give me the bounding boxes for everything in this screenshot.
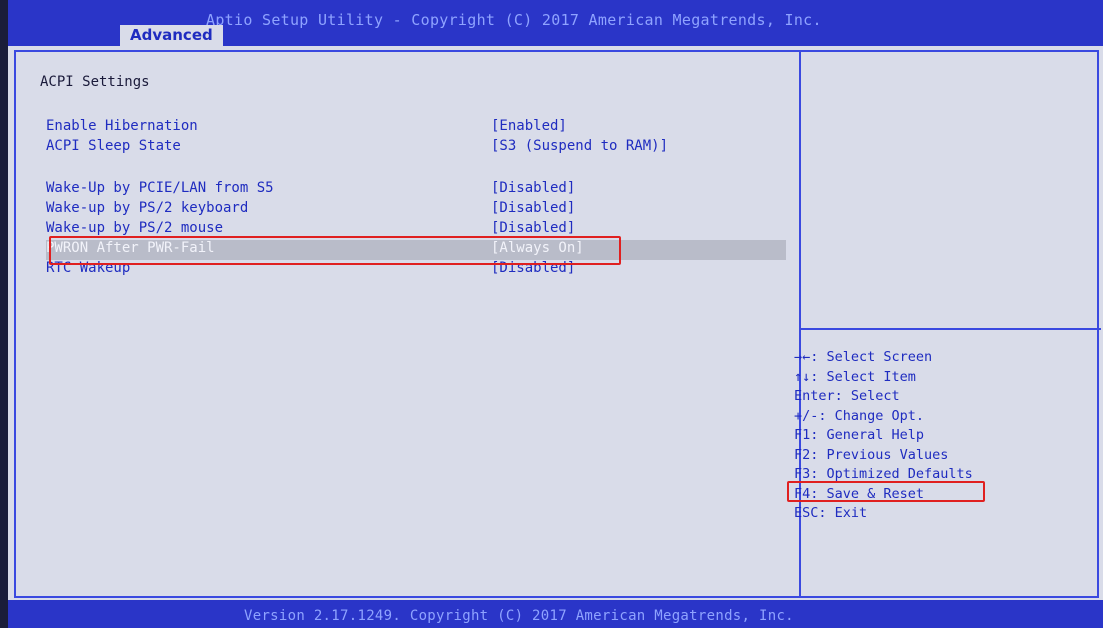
setting-enable-hibernation[interactable]: Enable Hibernation [Enabled] bbox=[46, 118, 786, 138]
settings-frame: ACPI Settings Enable Hibernation [Enable… bbox=[14, 50, 1101, 598]
tab-advanced[interactable]: Advanced bbox=[120, 25, 223, 46]
setting-value[interactable]: [Disabled] bbox=[491, 200, 575, 216]
setting-value[interactable]: [S3 (Suspend to RAM)] bbox=[491, 138, 668, 154]
setting-value[interactable]: [Disabled] bbox=[491, 220, 575, 236]
help-item: F2: Previous Values bbox=[794, 446, 949, 463]
setting-wake-pcie-lan[interactable]: Wake-Up by PCIE/LAN from S5 [Disabled] bbox=[46, 180, 786, 200]
bios-footer: Version 2.17.1249. Copyright (C) 2017 Am… bbox=[8, 600, 1103, 628]
help-item: F1: General Help bbox=[794, 427, 925, 443]
setting-label: Wake-Up by PCIE/LAN from S5 bbox=[46, 180, 274, 196]
footer-version: Version 2.17.1249. Copyright (C) 2017 Am… bbox=[244, 608, 794, 624]
bios-header: Aptio Setup Utility - Copyright (C) 2017… bbox=[8, 0, 1103, 46]
help-item: +/-: Change Opt. bbox=[794, 407, 925, 424]
annotation-highlight-pwron bbox=[49, 236, 621, 265]
setting-wake-ps2-keyboard[interactable]: Wake-up by PS/2 keyboard [Disabled] bbox=[46, 200, 786, 220]
section-title: ACPI Settings bbox=[40, 74, 150, 90]
setting-value[interactable]: [Disabled] bbox=[491, 180, 575, 196]
setting-label: Wake-up by PS/2 mouse bbox=[46, 220, 224, 236]
setting-value[interactable]: [Enabled] bbox=[491, 118, 567, 134]
setting-label: Enable Hibernation bbox=[46, 118, 198, 134]
help-item: ↑↓: Select Item bbox=[794, 368, 916, 385]
annotation-highlight-save-reset bbox=[787, 481, 985, 502]
help-item: →←: Select Screen bbox=[794, 349, 933, 365]
help-divider bbox=[801, 328, 1101, 330]
setting-label: ACPI Sleep State bbox=[46, 138, 181, 154]
help-item: Enter: Select bbox=[794, 388, 900, 404]
setting-label: Wake-up by PS/2 keyboard bbox=[46, 200, 249, 216]
help-item: ESC: Exit bbox=[794, 505, 868, 521]
setting-acpi-sleep-state[interactable]: ACPI Sleep State [S3 (Suspend to RAM)] bbox=[46, 138, 786, 158]
header-title: Aptio Setup Utility - Copyright (C) 2017… bbox=[206, 11, 822, 29]
bios-screen: Aptio Setup Utility - Copyright (C) 2017… bbox=[8, 0, 1103, 628]
